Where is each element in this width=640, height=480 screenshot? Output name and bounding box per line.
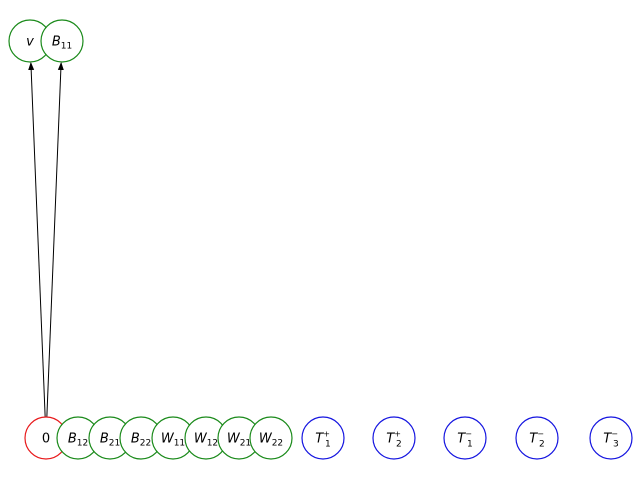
graph-diagram: v B110 B12 B21 B22 W11 W12 W21 W22 T+ 1 T+ 2 T− 1 T− 2 T−… — [8, 19, 633, 460]
node-T1p: T+ 1 — [301, 416, 345, 460]
edge-0-to-B11 — [46, 61, 64, 418]
node-label: 0 — [42, 432, 50, 447]
node-label: v — [26, 35, 34, 50]
node-T3m: T− 3 — [589, 416, 633, 460]
node-T1m: T− 1 — [443, 416, 487, 460]
node-T2m: T− 2 — [515, 416, 559, 460]
node-B11: B11 — [40, 19, 84, 63]
edges — [28, 61, 64, 418]
edge-0-to-v — [28, 61, 46, 418]
node-W22: W22 — [249, 416, 293, 460]
nodes: v B110 B12 B21 B22 W11 W12 W21 W22 T+ 1 T+ 2 T− 1 T− 2 T−… — [8, 19, 633, 460]
node-T2p: T+ 2 — [372, 416, 416, 460]
